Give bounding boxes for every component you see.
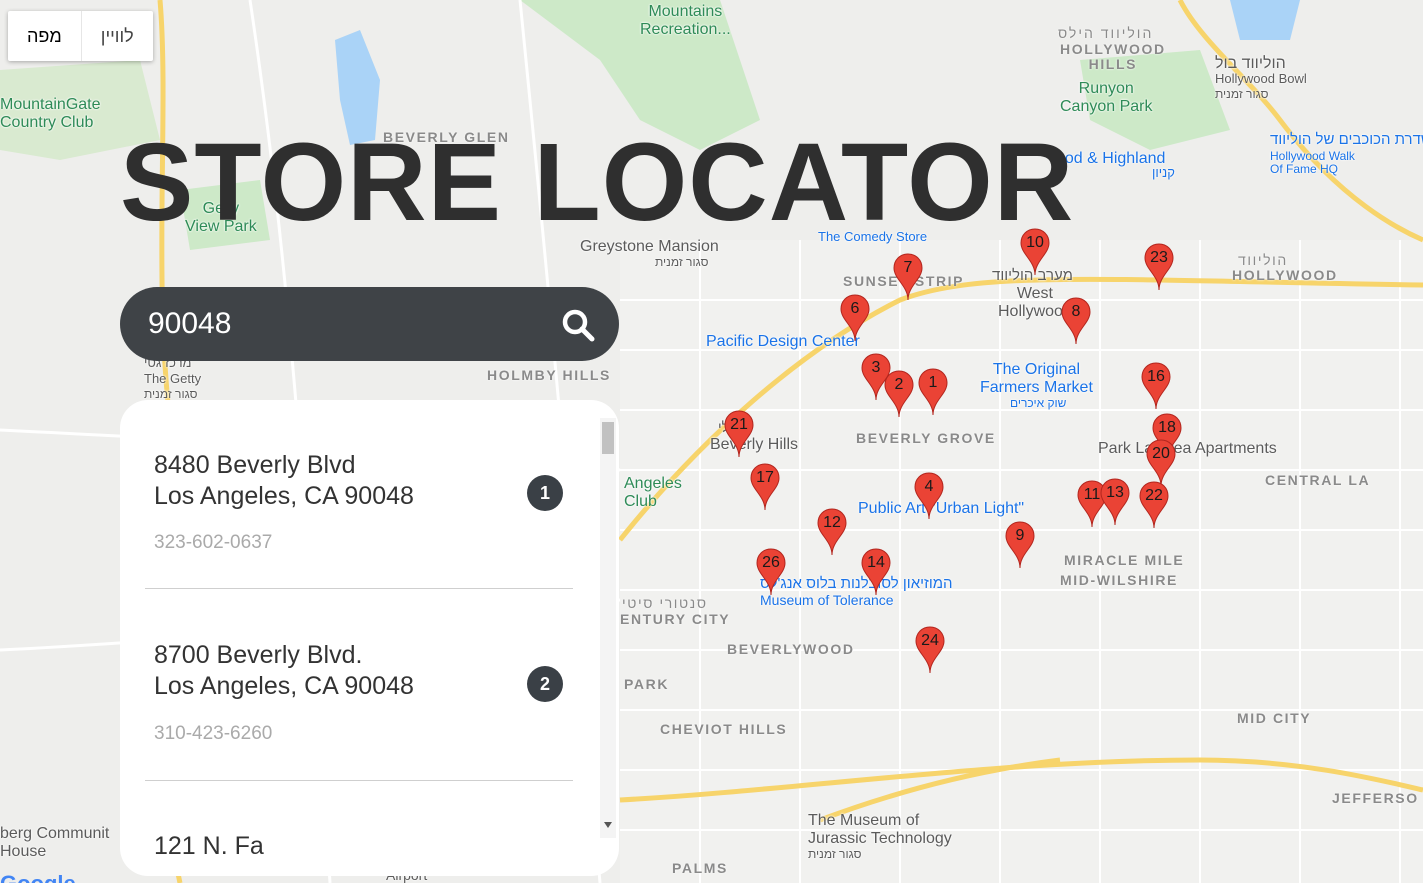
map-marker[interactable]: 17 [750,463,780,511]
map-marker-label: 14 [867,554,885,571]
map-marker-label: 22 [1145,487,1163,504]
map-marker-label: 1 [928,374,938,391]
search-input[interactable] [146,303,550,345]
map-marker[interactable]: 21 [724,410,754,458]
map-label-hollywood-bowl: Hollywood Bowl [1215,71,1307,86]
map-label-la-club: Angeles Club [624,475,682,510]
scrollbar-thumb[interactable] [602,422,614,454]
map-marker[interactable]: 26 [756,548,786,596]
map-label-century-city-he: סנטורי סיטי [622,595,708,611]
map-marker-label: 7 [903,259,913,276]
store-address-line2: Los Angeles, CA 90048 [154,672,414,700]
map-label-farmers-he: שוק איכרים [1010,396,1067,410]
map-marker-label: 18 [1158,419,1176,436]
results-panel: 8480 Beverly Blvd Los Angeles, CA 90048 … [120,400,619,876]
page-title: STORE LOCATOR [120,121,1075,244]
store-address-line1: 8480 Beverly Blvd [154,451,356,479]
google-logo: Google [0,871,76,883]
map-label-runyon: Runyon Canyon Park [1060,80,1153,115]
map-label-mid-wilshire: MID-WILSHIRE [1060,572,1178,588]
map-label-park: PARK [624,676,670,692]
store-result[interactable]: 8700 Beverly Blvd. Los Angeles, CA 90048… [145,589,573,781]
store-phone: 310-423-6260 [154,723,273,744]
map-label-original-farmers: The Original Farmers Market [980,361,1093,396]
map-label-getty: The Getty [144,371,202,386]
map-label-mountaingate: MountainGate Country Club [0,96,101,131]
store-address-line2: Los Angeles, CA 90048 [154,482,414,510]
map-label-mall-he: קניון [1152,165,1175,180]
map-marker[interactable]: 23 [1144,243,1174,291]
map-label-holmby-hills: HOLMBY HILLS [487,367,611,383]
map-label-mountains-recreation: Mountains Recreation... [640,3,731,38]
map-marker-label: 17 [756,469,774,486]
map-marker-label: 3 [871,359,881,376]
map-marker-label: 13 [1106,484,1124,501]
map-marker-label: 12 [823,514,841,531]
map-label-beverly-grove: BEVERLY GROVE [856,430,996,446]
store-result[interactable]: 121 N. Fa [145,781,573,876]
map-marker[interactable]: 7 [893,253,923,301]
store-phone: 323-602-0637 [154,532,273,553]
map-marker[interactable]: 9 [1005,521,1035,569]
store-number-badge: 2 [527,666,563,702]
store-address-line1: 8700 Beverly Blvd. [154,641,363,669]
search-bar [120,287,619,361]
map-label-miracle-mile: MIRACLE MILE [1064,552,1185,568]
map-marker[interactable]: 20 [1146,439,1176,487]
map-label-century-city: ENTURY CITY [620,611,731,627]
map-type-map-button[interactable]: מפה [8,11,81,61]
map-marker[interactable]: 13 [1100,478,1130,526]
map-marker[interactable]: 1 [918,368,948,416]
map-label-walk-of-fame: Hollywood Walk Of Fame HQ [1270,149,1355,177]
map-label-closed-temp-4: סגור זמנית [808,847,862,861]
map-marker-label: 26 [762,554,780,571]
map-marker[interactable]: 8 [1061,297,1091,345]
map-label-hollywood-district: HOLLYWOOD [1232,267,1338,283]
map-label-hollywood-bowl-he: הוליווד בול [1215,55,1286,72]
map-label-jefferson: JEFFERSO [1332,790,1419,806]
map-label-closed-temp-2: סגור זמנית [655,255,709,269]
map-marker-label: 4 [924,478,934,495]
map-label-jurassic: The Museum of Jurassic Technology [808,812,952,847]
map-label-beverlywood: BEVERLYWOOD [727,641,855,657]
map-marker[interactable]: 24 [915,626,945,674]
map-label-palms: PALMS [672,860,728,876]
map-marker[interactable]: 14 [861,548,891,596]
map-marker[interactable]: 16 [1141,362,1171,410]
map-marker-label: 8 [1071,303,1081,320]
map-marker-label: 16 [1147,368,1165,385]
search-icon[interactable] [560,307,596,343]
map-marker[interactable]: 3 [861,353,891,401]
map-type-control: מפה לוויין [8,11,153,61]
map-label-hollywood-hills-he: הוליווד הילס [1058,25,1154,41]
map-marker-label: 24 [921,632,939,649]
map-label-hollywood-hills: HOLLYWOOD HILLS [1060,41,1166,73]
map-label-cheviot-hills: CHEVIOT HILLS [660,721,788,737]
map-marker[interactable]: 4 [914,472,944,520]
map-marker-label: 21 [730,416,748,433]
map-label-community-house: berg Communit House [0,825,110,860]
map-label-mid-city: MID CITY [1237,710,1312,726]
map-marker-label: 9 [1015,527,1025,544]
map-marker[interactable]: 6 [840,294,870,342]
map-label-central-la: CENTRAL LA [1265,472,1371,488]
map-marker-label: 23 [1150,249,1168,266]
scroll-down-arrow-icon[interactable] [604,822,612,828]
store-number-badge: 1 [527,475,563,511]
map-label-park-la-brea: Park La Brea Apartments [1098,440,1277,457]
map-marker[interactable]: 22 [1139,481,1169,529]
map-marker-label: 20 [1152,445,1170,462]
map-label-museum-tolerance-he: המוזיאון לסובלנות בלוס אנג'לס [760,575,953,592]
map-label-walk-of-fame-he: שדרת הכוכבים של הוליווד [1270,131,1423,148]
map-label-closed-temp-1: סגור זמנית [1215,87,1269,101]
map-marker-label: 6 [850,300,860,317]
map-marker[interactable]: 12 [817,508,847,556]
results-scrollbar[interactable] [600,418,616,838]
store-address-line1: 121 N. Fa [154,832,264,860]
map-label-pacific-design: Pacific Design Center [706,333,860,350]
map-type-satellite-button[interactable]: לוויין [80,11,153,61]
store-result[interactable]: 8480 Beverly Blvd Los Angeles, CA 90048 … [145,400,573,589]
